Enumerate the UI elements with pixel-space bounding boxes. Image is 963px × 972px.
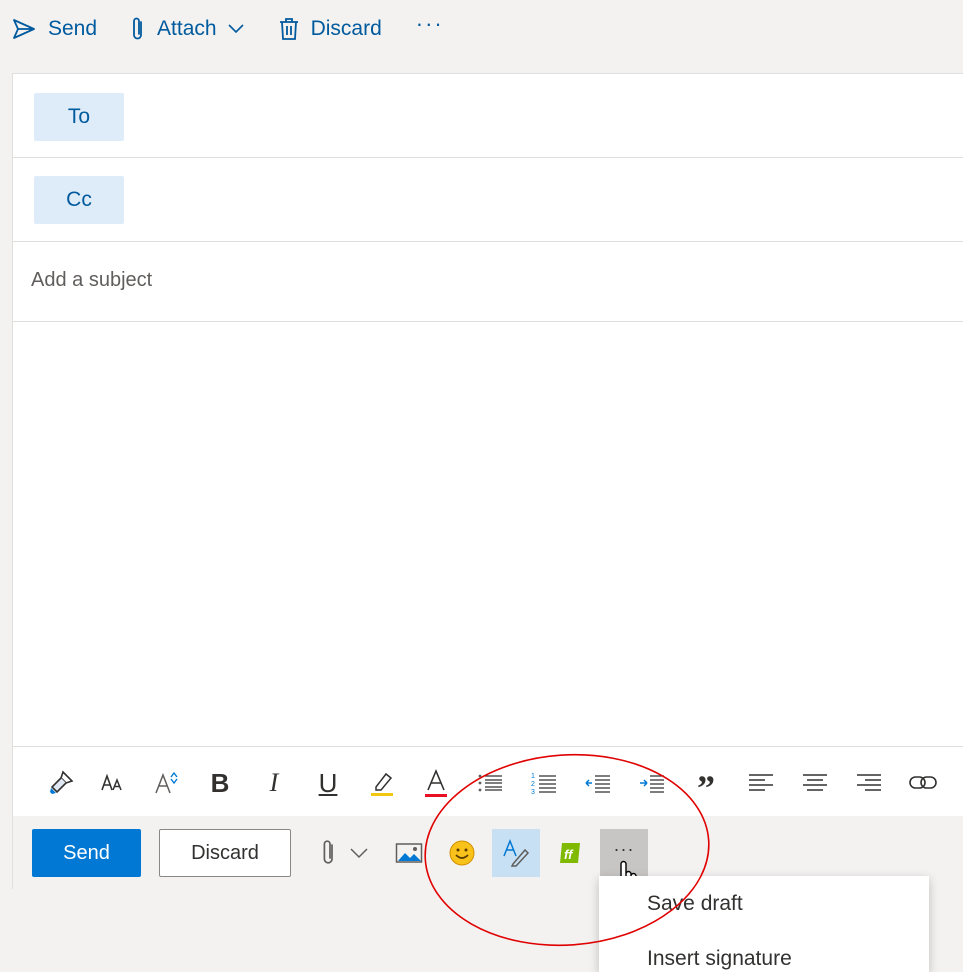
discard-button[interactable]: Discard bbox=[159, 829, 291, 877]
underline-button[interactable]: U bbox=[312, 767, 344, 799]
to-button[interactable]: To bbox=[34, 93, 124, 141]
attach-command[interactable]: Attach bbox=[131, 16, 245, 42]
subject-row bbox=[13, 242, 963, 322]
grow-font-button[interactable] bbox=[151, 767, 183, 799]
increase-indent-button[interactable] bbox=[636, 767, 668, 799]
highlight-icon bbox=[371, 772, 393, 796]
send-icon bbox=[13, 19, 35, 39]
editor-pen-icon bbox=[503, 838, 530, 867]
font-size-button[interactable] bbox=[97, 767, 129, 799]
paperclip-icon bbox=[323, 840, 333, 864]
attach-dropdown[interactable] bbox=[347, 829, 371, 877]
align-center-icon bbox=[803, 774, 827, 791]
cc-row: Cc bbox=[13, 158, 963, 242]
discard-command[interactable]: Discard bbox=[279, 17, 382, 41]
bold-button[interactable]: B bbox=[204, 767, 236, 799]
insert-signature-item[interactable]: Insert signature bbox=[647, 947, 792, 971]
decrease-indent-button[interactable] bbox=[582, 767, 614, 799]
align-right-icon bbox=[857, 774, 881, 791]
addin-button[interactable]: ff bbox=[556, 829, 584, 877]
ellipsis-icon: ··· bbox=[613, 838, 635, 859]
subject-input[interactable] bbox=[31, 260, 931, 300]
compose-pane: To Cc Add a subject B I U 1 2 3 ” Send D… bbox=[12, 73, 963, 890]
insert-picture-button[interactable] bbox=[394, 829, 424, 877]
svg-text:2: 2 bbox=[531, 781, 535, 788]
quote-button[interactable]: ” bbox=[690, 767, 722, 808]
more-commands-button[interactable]: ··· bbox=[416, 11, 444, 37]
message-body[interactable] bbox=[13, 322, 963, 746]
grow-font-icon bbox=[155, 771, 178, 794]
save-draft-item[interactable]: Save draft bbox=[647, 892, 743, 916]
highlight-button[interactable] bbox=[366, 767, 398, 799]
bullets-icon bbox=[478, 774, 502, 792]
bold-icon: B bbox=[210, 767, 230, 798]
formatting-toolbar: B I U 1 2 3 ” bbox=[13, 746, 963, 816]
align-right-button[interactable] bbox=[853, 767, 885, 799]
italic-icon: I bbox=[269, 768, 279, 797]
bullets-button[interactable] bbox=[474, 767, 506, 799]
increase-indent-icon bbox=[640, 775, 664, 793]
font-size-icon bbox=[101, 773, 122, 791]
numbering-button[interactable]: 1 2 3 bbox=[528, 767, 560, 799]
svg-text:1: 1 bbox=[531, 773, 535, 780]
decrease-indent-icon bbox=[585, 775, 610, 793]
attach-command-label: Attach bbox=[157, 17, 217, 40]
font-color-button[interactable] bbox=[420, 767, 452, 799]
picture-icon bbox=[395, 843, 423, 863]
format-painter-icon bbox=[50, 770, 74, 794]
chevron-down-icon bbox=[350, 848, 368, 859]
quote-icon: ” bbox=[697, 768, 715, 808]
emoji-button[interactable] bbox=[446, 829, 478, 877]
font-color-icon bbox=[425, 768, 447, 797]
trash-icon bbox=[279, 18, 298, 40]
link-button[interactable] bbox=[907, 767, 939, 799]
discard-command-label: Discard bbox=[310, 17, 382, 40]
chevron-down-icon[interactable] bbox=[227, 23, 245, 35]
to-row: To bbox=[13, 74, 963, 158]
attach-button[interactable] bbox=[315, 829, 343, 877]
align-left-icon bbox=[749, 774, 773, 791]
italic-button[interactable]: I bbox=[258, 767, 290, 799]
paperclip-icon bbox=[133, 17, 142, 40]
align-center-button[interactable] bbox=[799, 767, 831, 799]
format-painter-button[interactable] bbox=[45, 767, 77, 799]
send-command-label: Send bbox=[48, 17, 98, 40]
more-options-menu: Save draft Insert signature bbox=[599, 876, 929, 972]
editor-button[interactable] bbox=[492, 829, 540, 877]
ellipsis-icon: ··· bbox=[415, 11, 444, 36]
send-button[interactable]: Send bbox=[32, 829, 141, 877]
align-left-button[interactable] bbox=[745, 767, 777, 799]
send-command[interactable]: Send bbox=[12, 17, 97, 41]
link-icon bbox=[909, 776, 937, 789]
command-bar: Send Attach Discard ··· bbox=[0, 0, 963, 58]
addin-green-icon: ff bbox=[560, 843, 580, 863]
cc-button[interactable]: Cc bbox=[34, 176, 124, 224]
numbering-icon: 1 2 3 bbox=[531, 773, 556, 796]
underline-icon: U bbox=[318, 767, 338, 798]
emoji-icon bbox=[449, 840, 475, 866]
svg-text:3: 3 bbox=[531, 789, 535, 796]
